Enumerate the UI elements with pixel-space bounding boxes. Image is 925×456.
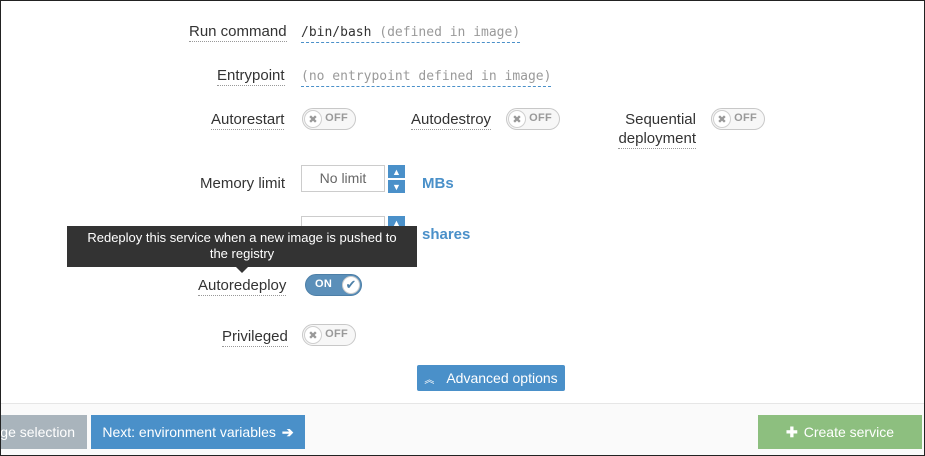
check-icon: ✔ [342, 276, 360, 294]
privileged-toggle[interactable]: ✖ OFF [302, 324, 356, 346]
create-service-label: Create service [803, 424, 894, 440]
sequential-deployment-label: Sequential deployment [615, 110, 696, 149]
autorestart-label: Autorestart [211, 111, 285, 130]
run-command-hint: (defined in image) [379, 25, 521, 40]
entrypoint-field[interactable]: (no entrypoint defined in image) [301, 69, 552, 87]
autoredeploy-tooltip: Redeploy this service when a new image i… [67, 226, 417, 267]
service-form-window: Run command /bin/bash (defined in image)… [0, 0, 925, 456]
chevron-up-icon: ▲ [392, 166, 401, 177]
advanced-options-label: Advanced options [446, 370, 558, 386]
x-icon: ✖ [508, 110, 526, 128]
sequential-state: OFF [734, 112, 757, 124]
double-chevron-up-icon: ︽ [424, 374, 435, 386]
back-button-label: ge selection [0, 424, 75, 440]
memory-limit-label: Memory limit [200, 175, 285, 192]
memory-unit: MBs [422, 175, 454, 192]
entrypoint-hint: (no entrypoint defined in image) [301, 69, 552, 84]
privileged-state: OFF [325, 328, 348, 340]
autoredeploy-toggle[interactable]: ON ✔ [305, 274, 362, 296]
sequential-label-line1: Sequential [625, 111, 696, 128]
autorestart-toggle[interactable]: ✖ OFF [302, 108, 356, 130]
run-command-label: Run command [189, 23, 287, 42]
x-icon: ✖ [713, 110, 731, 128]
run-command-value: /bin/bash [301, 25, 372, 40]
next-button-label: Next: environment variables [102, 424, 276, 440]
footer-bar: ge selection Next: environment variables… [1, 403, 924, 455]
entrypoint-label: Entrypoint [217, 67, 285, 86]
privileged-label: Privileged [222, 328, 288, 347]
memory-limit-input[interactable]: No limit [301, 165, 385, 192]
memory-limit-placeholder: No limit [319, 170, 367, 186]
run-command-field[interactable]: /bin/bash (defined in image) [301, 25, 521, 43]
chevron-down-icon: ▼ [392, 181, 401, 192]
autoredeploy-label: Autoredeploy [198, 277, 287, 296]
x-icon: ✖ [304, 110, 322, 128]
sequential-deployment-toggle[interactable]: ✖ OFF [711, 108, 765, 130]
plus-icon: ✚ [786, 423, 798, 440]
memory-decrement-button[interactable]: ▼ [388, 180, 405, 193]
autoredeploy-state: ON [315, 278, 333, 290]
cpu-shares-unit: shares [422, 226, 471, 243]
tooltip-arrow [236, 267, 248, 273]
next-button[interactable]: Next: environment variables ➔ [91, 415, 305, 449]
autodestroy-toggle[interactable]: ✖ OFF [506, 108, 560, 130]
memory-increment-button[interactable]: ▲ [388, 165, 405, 178]
create-service-button[interactable]: ✚ Create service [758, 415, 922, 449]
sequential-label-line2: deployment [618, 130, 696, 149]
autodestroy-state: OFF [529, 112, 552, 124]
tooltip-text: Redeploy this service when a new image i… [87, 230, 397, 261]
autodestroy-label: Autodestroy [411, 111, 492, 130]
arrow-right-icon: ➔ [281, 423, 294, 440]
advanced-options-button[interactable]: ︽ Advanced options [417, 365, 565, 391]
back-button[interactable]: ge selection [1, 415, 87, 449]
x-icon: ✖ [304, 326, 322, 344]
autorestart-state: OFF [325, 112, 348, 124]
